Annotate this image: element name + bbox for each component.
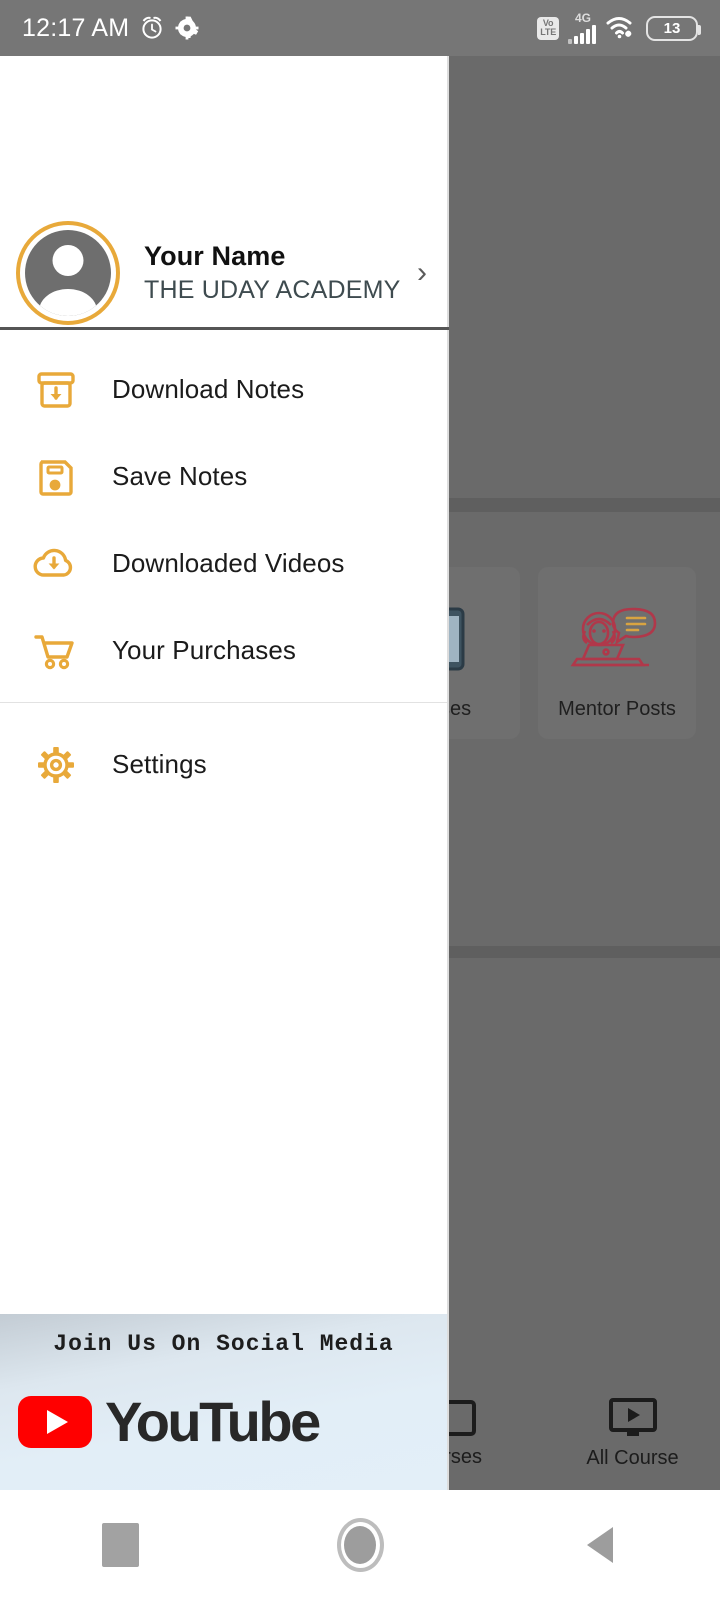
wifi-icon	[606, 17, 632, 39]
menu-item-label: Your Purchases	[112, 635, 296, 665]
youtube-play-icon	[18, 1396, 92, 1448]
mentor-laptop-chat-icon	[570, 607, 657, 667]
drawer-spacer	[0, 808, 447, 1314]
chevron-right-icon[interactable]: ›	[417, 258, 427, 288]
status-bar: 12:17 AM Vo LTE 4G 13	[0, 0, 720, 56]
tv-play-icon	[608, 1397, 657, 1436]
home-circle-icon	[336, 1518, 384, 1572]
shopping-cart-icon	[28, 628, 84, 674]
menu-item-label: Download Notes	[112, 374, 305, 404]
menu-item-your-purchases[interactable]: Your Purchases	[0, 607, 447, 694]
bg-nav-label: All Course	[586, 1446, 679, 1469]
person-avatar-icon	[25, 230, 111, 316]
menu-item-download-notes[interactable]: Download Notes	[0, 346, 447, 433]
cloud-download-icon	[28, 541, 84, 587]
drawer-header: Your Name THE UDAY ACADEMY ›	[0, 56, 449, 330]
youtube-link[interactable]: YouTube	[18, 1390, 321, 1453]
gear-icon	[175, 16, 199, 40]
recents-square-icon	[101, 1523, 139, 1567]
phone-screen: asses	[0, 0, 720, 1600]
menu-item-label: Settings	[112, 749, 207, 779]
profile-row[interactable]: Your Name THE UDAY ACADEMY ›	[0, 216, 449, 330]
profile-organization: THE UDAY ACADEMY	[144, 276, 401, 304]
drawer-menu-primary: Download Notes Save Notes Downloaded Vid…	[0, 330, 447, 694]
back-triangle-icon	[587, 1527, 613, 1563]
back-button[interactable]	[480, 1527, 720, 1563]
bg-card-mentor-posts[interactable]: Mentor Posts	[538, 567, 696, 739]
navigation-drawer: Your Name THE UDAY ACADEMY › Download No	[0, 56, 449, 1490]
archive-download-icon	[28, 367, 84, 413]
social-media-panel: Join Us On Social Media YouTube	[0, 1314, 447, 1490]
recents-button[interactable]	[0, 1523, 240, 1567]
menu-item-label: Downloaded Videos	[112, 548, 345, 578]
alarm-clock-icon	[142, 16, 162, 39]
avatar[interactable]	[16, 221, 120, 325]
youtube-label: YouTube	[105, 1390, 321, 1453]
menu-item-save-notes[interactable]: Save Notes	[0, 433, 447, 520]
menu-item-settings[interactable]: Settings	[0, 721, 447, 808]
floppy-save-icon	[28, 454, 84, 500]
system-navigation-bar	[0, 1490, 720, 1600]
status-bar-right: Vo LTE 4G 13	[537, 12, 701, 44]
network-type-label: 4G	[575, 11, 592, 25]
menu-item-label: Save Notes	[112, 461, 248, 491]
profile-text: Your Name THE UDAY ACADEMY	[144, 241, 401, 305]
menu-item-downloaded-videos[interactable]: Downloaded Videos	[0, 520, 447, 607]
header-divider	[0, 327, 449, 330]
volte-icon: Vo LTE	[537, 16, 559, 40]
signal-icon: 4G	[568, 12, 596, 44]
status-bar-clock: 12:17 AM	[22, 13, 130, 42]
social-media-title: Join Us On Social Media	[53, 1331, 394, 1357]
battery-icon: 13	[646, 15, 701, 41]
profile-name: Your Name	[144, 241, 286, 271]
home-button[interactable]	[240, 1518, 480, 1572]
drawer-menu-secondary: Settings	[0, 703, 447, 808]
battery-level: 13	[663, 19, 681, 37]
gear-icon	[28, 742, 84, 788]
bg-nav-item-all-course[interactable]: All Course	[545, 1397, 720, 1470]
bg-card-label: Mentor Posts	[558, 698, 676, 720]
status-bar-left: 12:17 AM	[22, 14, 199, 43]
